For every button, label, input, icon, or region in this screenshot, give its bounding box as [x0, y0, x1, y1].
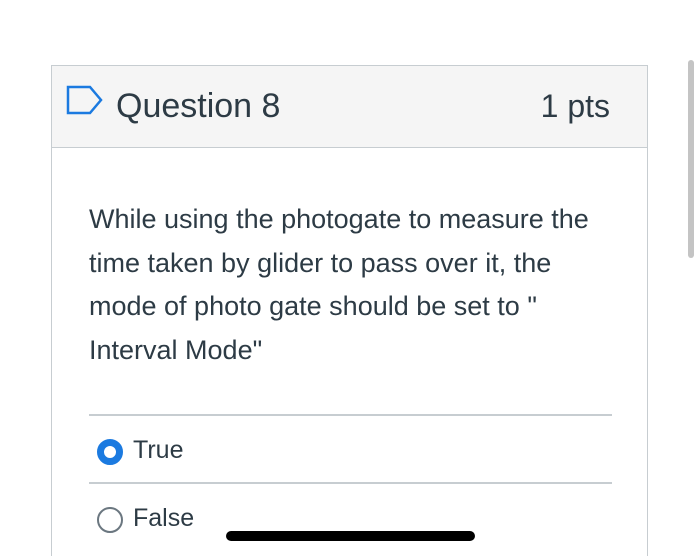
- answer-divider: [89, 414, 612, 416]
- question-title: Question 8: [116, 87, 281, 125]
- radio-button-selected[interactable]: [97, 439, 123, 465]
- scrollbar[interactable]: [688, 60, 694, 258]
- question-header: Question 8 1 pts: [52, 66, 647, 148]
- radio-button-unselected[interactable]: [97, 507, 123, 533]
- question-text: While using the photogate to measure the…: [89, 204, 589, 365]
- answer-label: True: [133, 436, 184, 464]
- home-indicator[interactable]: [226, 531, 475, 541]
- flag-outline-icon[interactable]: [66, 85, 104, 115]
- answer-option-true[interactable]: True: [89, 421, 612, 477]
- question-card: Question 8 1 pts While using the photoga…: [51, 65, 648, 556]
- question-points: 1 pts: [540, 88, 610, 124]
- quiz-page: Question 8 1 pts While using the photoga…: [0, 0, 700, 556]
- answer-divider: [89, 482, 612, 484]
- answer-label: False: [133, 504, 195, 532]
